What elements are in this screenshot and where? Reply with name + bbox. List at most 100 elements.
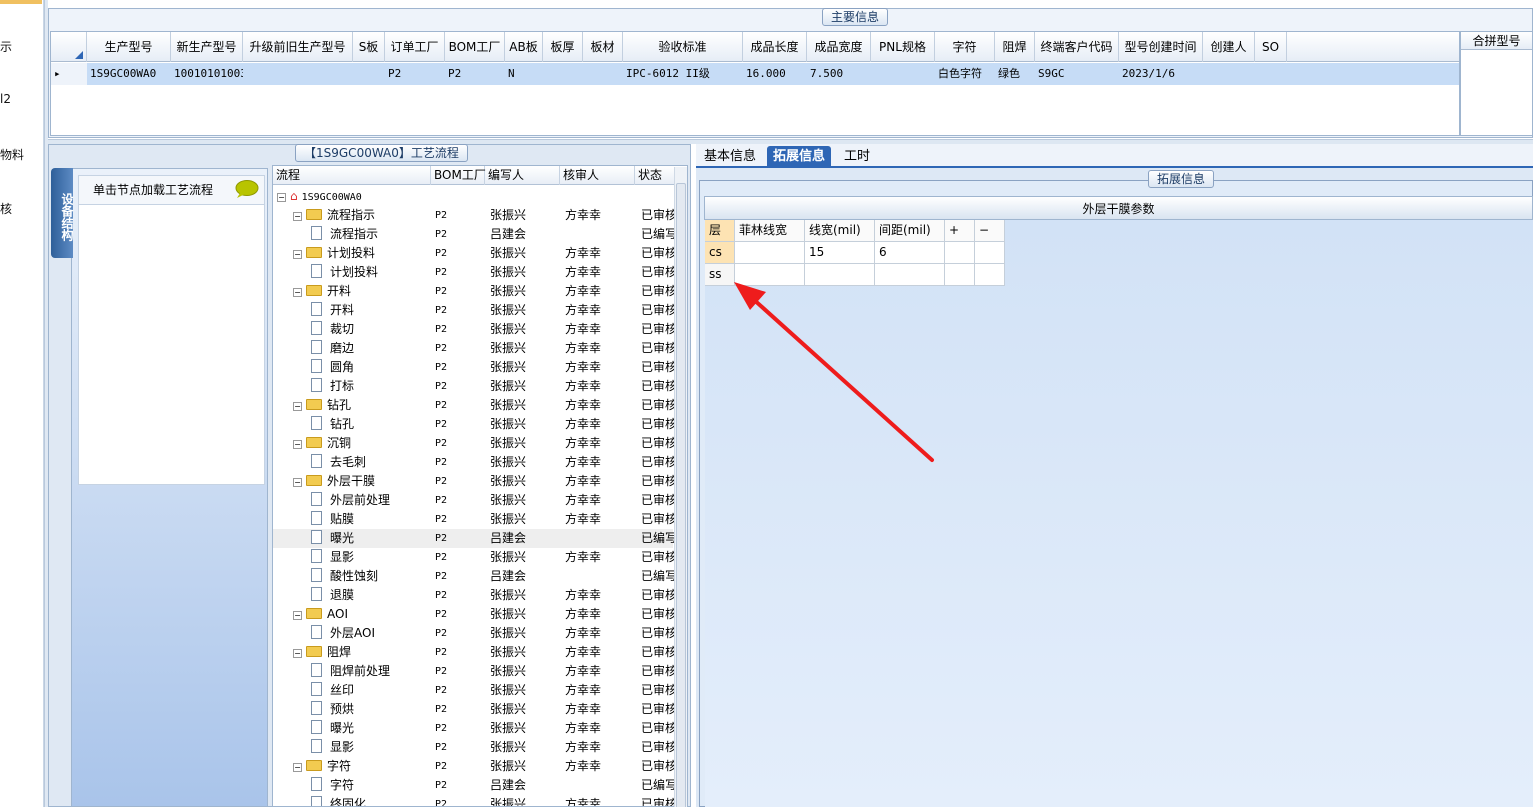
tree-row[interactable]: 曝光 P2 吕建会 已编写 [273,529,677,548]
collapse-icon[interactable]: − [293,250,302,259]
sidebar-list-area[interactable] [78,205,265,485]
main-col-header[interactable]: 生产型号 [87,32,171,62]
main-cell[interactable] [871,63,935,85]
tree-row[interactable]: − 字符 P2 张振兴 方幸幸 已审核 [273,757,677,776]
left-nav-item-3[interactable]: 物料 [0,146,24,163]
main-cell[interactable]: 16.000 [743,63,807,85]
tree-row[interactable]: 显影 P2 张振兴 方幸幸 已审核 [273,738,677,757]
tree-row[interactable]: − AOI P2 张振兴 方幸幸 已审核 [273,605,677,624]
tree-row[interactable]: 丝印 P2 张振兴 方幸幸 已审核 [273,681,677,700]
tree-row[interactable]: 磨边 P2 张振兴 方幸幸 已审核 [273,339,677,358]
equipment-structure-tab[interactable]: 设备结构 [51,168,74,258]
main-col-header[interactable]: 订单工厂 [385,32,445,62]
main-cell[interactable]: 白色字符 [935,63,995,85]
film-col-header[interactable]: 层 [705,220,735,242]
main-col-header[interactable]: PNL规格 [871,32,935,62]
tree-col-flow[interactable]: 流程 [273,166,431,185]
film-col-header[interactable]: + [945,220,975,242]
collapse-icon[interactable]: − [293,440,302,449]
main-col-header[interactable]: 型号创建时间 [1119,32,1203,62]
tree-row[interactable]: 终固化 P2 张振兴 方幸幸 已审核 [273,795,677,806]
left-nav-item-2[interactable]: l2 [0,92,11,106]
main-cell[interactable]: 绿色 [995,63,1035,85]
tree-row[interactable]: 酸性蚀刻 P2 吕建会 已编写 [273,567,677,586]
tab-extended-info[interactable]: 拓展信息 [767,146,832,168]
film-col-header[interactable]: − [975,220,1005,242]
process-flow-tree[interactable]: 流程 BOM工厂 编写人 核审人 状态 − ⌂ 1S9GC00WA0 − 流程指示 P2… [272,165,688,807]
collapse-icon[interactable]: − [293,402,302,411]
tree-row[interactable]: − 阻焊 P2 张振兴 方幸幸 已审核 [273,643,677,662]
scroll-thumb[interactable] [676,183,686,807]
tree-row[interactable]: − 钻孔 P2 张振兴 方幸幸 已审核 [273,396,677,415]
main-col-header[interactable]: 成品长度 [743,32,807,62]
tree-col-writer[interactable]: 编写人 [485,166,560,185]
collapse-icon[interactable]: − [293,478,302,487]
tree-row[interactable]: 开料 P2 张振兴 方幸幸 已审核 [273,301,677,320]
main-col-header[interactable]: 成品宽度 [807,32,871,62]
main-cell[interactable] [353,63,385,85]
main-cell[interactable]: P2 [445,63,505,85]
film-cell[interactable] [975,242,1005,264]
main-info-table[interactable]: 生产型号 新生产型号 升级前旧生产型号 S板 订单工厂 BOM工厂 AB板 板厚 板材 验收标准成… [50,31,1460,136]
main-col-header[interactable]: 字符 [935,32,995,62]
collapse-icon[interactable]: − [293,649,302,658]
film-cell[interactable]: 15 [805,242,875,264]
main-cell[interactable] [583,63,623,85]
tree-row[interactable]: 贴膜 P2 张振兴 方幸幸 已审核 [273,510,677,529]
film-col-header[interactable]: 菲林线宽 [735,220,805,242]
tree-col-reviewer[interactable]: 核审人 [560,166,635,185]
tree-row[interactable]: − 外层干膜 P2 张振兴 方幸幸 已审核 [273,472,677,491]
left-nav-item-1[interactable]: 示 [0,38,12,55]
film-col-header[interactable]: 线宽(mil) [805,220,875,242]
tree-scrollbar[interactable] [674,167,687,807]
film-cell[interactable] [945,242,975,264]
main-col-header[interactable]: 终端客户代码 [1035,32,1119,62]
main-col-header[interactable]: 验收标准 [623,32,743,62]
main-col-header[interactable]: 板厚 [543,32,583,62]
main-cell[interactable]: 7.500 [807,63,871,85]
main-cell[interactable]: N [505,63,543,85]
collapse-icon[interactable]: − [277,193,286,202]
main-col-header[interactable]: BOM工厂 [445,32,505,62]
main-cell[interactable]: 10010101003347 [171,63,243,85]
tree-row[interactable]: 圆角 P2 张振兴 方幸幸 已审核 [273,358,677,377]
main-cell[interactable]: IPC-6012 II级 [623,63,743,85]
main-col-header[interactable]: 板材 [583,32,623,62]
merge-model-panel[interactable]: 合拼型号 [1460,31,1533,136]
main-col-header[interactable]: S板 [353,32,385,62]
tree-row[interactable]: 流程指示 P2 吕建会 已编写 [273,225,677,244]
tree-row[interactable]: 外层前处理 P2 张振兴 方幸幸 已审核 [273,491,677,510]
tree-row[interactable]: 去毛刺 P2 张振兴 方幸幸 已审核 [273,453,677,472]
tree-row[interactable]: 外层AOI P2 张振兴 方幸幸 已审核 [273,624,677,643]
tree-col-bom[interactable]: BOM工厂 [431,166,486,185]
tree-row[interactable]: 曝光 P2 张振兴 方幸幸 已审核 [273,719,677,738]
film-cell[interactable] [735,242,805,264]
tree-row[interactable]: 显影 P2 张振兴 方幸幸 已审核 [273,548,677,567]
tree-row[interactable]: 退膜 P2 张振兴 方幸幸 已审核 [273,586,677,605]
tree-row[interactable]: 裁切 P2 张振兴 方幸幸 已审核 [273,320,677,339]
tree-row[interactable]: − 沉铜 P2 张振兴 方幸幸 已审核 [273,434,677,453]
tree-row[interactable]: 字符 P2 吕建会 已编写 [273,776,677,795]
main-col-header[interactable]: 创建人 [1203,32,1255,62]
main-cell[interactable]: 1S9GC00WA0 [87,63,171,85]
left-nav-item-4[interactable]: 核 [0,200,12,217]
tree-row[interactable]: 阻焊前处理 P2 张振兴 方幸幸 已审核 [273,662,677,681]
tree-row[interactable]: 打标 P2 张振兴 方幸幸 已审核 [273,377,677,396]
collapse-icon[interactable]: − [293,212,302,221]
tab-basic-info[interactable]: 基本信息 [698,146,762,168]
main-col-header[interactable]: 升级前旧生产型号 [243,32,353,62]
main-cell[interactable] [1255,63,1287,85]
collapse-icon[interactable]: − [293,288,302,297]
film-cell[interactable] [975,264,1005,286]
main-col-header[interactable]: 新生产型号 [171,32,243,62]
main-col-header[interactable]: SO [1255,32,1287,62]
tree-row[interactable]: − 流程指示 P2 张振兴 方幸幸 已审核 [273,206,677,225]
tree-row[interactable]: 钻孔 P2 张振兴 方幸幸 已审核 [273,415,677,434]
main-cell[interactable] [543,63,583,85]
main-cell[interactable]: S9GC [1035,63,1119,85]
main-cell[interactable] [1203,63,1255,85]
tree-row[interactable]: − 计划投料 P2 张振兴 方幸幸 已审核 [273,244,677,263]
tree-row[interactable]: − 开料 P2 张振兴 方幸幸 已审核 [273,282,677,301]
film-cell[interactable]: 6 [875,242,945,264]
main-col-header[interactable]: AB板 [505,32,543,62]
